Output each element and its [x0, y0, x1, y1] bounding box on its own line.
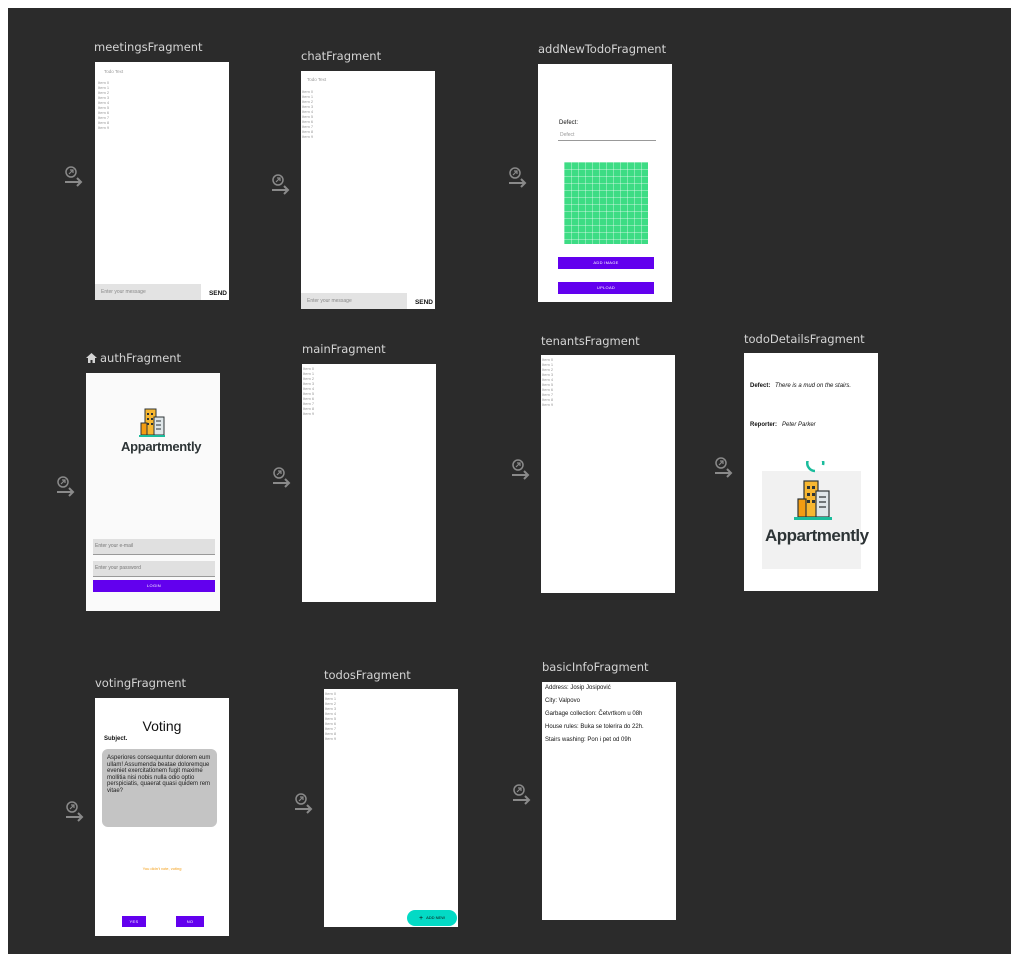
list-item[interactable]: Item 9	[302, 134, 313, 139]
deeplink-arrow-icon[interactable]	[512, 783, 534, 809]
stairs-washing-line: Stairs washing: Pon i pet od 09h	[545, 737, 632, 743]
navigation-graph-canvas[interactable]: meetingsFragment Todo Text Item 0 Item 1…	[8, 8, 1011, 954]
voting-description: Asperiores consequuntur dolorem eum ulla…	[102, 749, 217, 827]
list-item[interactable]: Item 9	[325, 736, 336, 741]
add-image-button[interactable]: ADD IMAGE	[558, 257, 654, 269]
todos-list: Item 0 Item 1 Item 2 Item 3 Item 4 Item …	[325, 691, 336, 741]
send-button[interactable]: SEND	[209, 290, 227, 297]
deeplink-arrow-icon[interactable]	[294, 792, 316, 818]
tenants-fragment-screen[interactable]: Item 0 Item 1 Item 2 Item 3 Item 4 Item …	[541, 355, 675, 593]
main-fragment-screen[interactable]: Item 0 Item 1 Item 2 Item 3 Item 4 Item …	[302, 364, 436, 602]
auth-fragment-screen[interactable]: Appartmently Enter your e-mail Enter you…	[86, 373, 220, 611]
yes-button[interactable]: YES	[122, 916, 146, 927]
deeplink-arrow-icon[interactable]	[508, 166, 530, 192]
deeplink-arrow-icon[interactable]	[271, 173, 293, 199]
upload-button[interactable]: UPLOAD	[558, 282, 654, 294]
plus-icon: +	[419, 915, 424, 922]
voting-subject: Subject.	[104, 736, 128, 742]
login-button[interactable]: LOGIN	[93, 580, 215, 592]
auth-fragment-title: authFragment	[100, 351, 182, 365]
list-item[interactable]: Item 9	[542, 402, 553, 407]
password-field[interactable]: Enter your password	[93, 561, 215, 577]
main-fragment-label: mainFragment	[302, 342, 386, 356]
main-list: Item 0 Item 1 Item 2 Item 3 Item 4 Item …	[303, 366, 314, 416]
message-input[interactable]: Enter your message	[301, 293, 407, 309]
defect-label: Defect:	[559, 120, 579, 126]
todos-fragment-label: todosFragment	[324, 668, 411, 682]
deeplink-arrow-icon[interactable]	[714, 456, 736, 482]
todo-image: Appartmently	[762, 461, 869, 569]
meetings-fragment-label: meetingsFragment	[94, 40, 203, 54]
basic-info-fragment-label: basicInfoFragment	[542, 660, 649, 674]
no-button[interactable]: NO	[176, 916, 204, 927]
email-field[interactable]: Enter your e-mail	[93, 539, 215, 555]
garbage-line: Garbage collection: Četvrtkom u 08h	[545, 711, 643, 717]
basic-info-fragment-screen[interactable]: Address: Josip Josipović City: Valpovo G…	[542, 682, 676, 920]
city-line: City: Valpovo	[545, 698, 580, 704]
defect-label: Defect:	[750, 383, 771, 389]
image-preview	[564, 162, 648, 244]
chat-list: Item 0 Item 1 Item 2 Item 3 Item 4 Item …	[302, 89, 313, 139]
chat-fragment-screen[interactable]: Todo Text Item 0 Item 1 Item 2 Item 3 It…	[301, 71, 435, 309]
deeplink-arrow-icon[interactable]	[511, 458, 533, 484]
building-logo-icon	[139, 408, 165, 437]
todo-text: Todo Text	[307, 77, 327, 82]
house-rules-line: House rules: Buka se tolerira do 22h.	[545, 724, 644, 730]
tenants-list: Item 0 Item 1 Item 2 Item 3 Item 4 Item …	[542, 357, 553, 407]
vote-status: You didn't vote, voting	[142, 866, 182, 871]
app-name: Appartmently	[765, 526, 869, 545]
deeplink-arrow-icon[interactable]	[56, 475, 78, 501]
deeplink-arrow-icon[interactable]	[65, 800, 87, 826]
todo-details-fragment-screen[interactable]: Defect: There is a mud on the stairs. Re…	[744, 353, 878, 591]
reporter-value: Peter Parker	[782, 422, 816, 428]
auth-fragment-label: authFragment	[86, 351, 181, 365]
todos-fragment-screen[interactable]: Item 0 Item 1 Item 2 Item 3 Item 4 Item …	[324, 689, 458, 927]
voting-fragment-label: votingFragment	[95, 676, 187, 690]
add-new-fab[interactable]: + ADD NEW	[407, 910, 457, 926]
chat-fragment-label: chatFragment	[301, 49, 382, 63]
reporter-label: Reporter:	[750, 422, 778, 428]
list-item[interactable]: Item 9	[98, 125, 109, 130]
defect-input[interactable]: Defect	[558, 130, 656, 141]
deeplink-arrow-icon[interactable]	[64, 165, 86, 191]
meetings-fragment-screen[interactable]: Todo Text Item 0 Item 1 Item 2 Item 3 It…	[95, 62, 229, 300]
todo-text: Todo Text	[104, 69, 124, 74]
meetings-list: Item 0 Item 1 Item 2 Item 3 Item 4 Item …	[98, 80, 109, 130]
voting-fragment-screen[interactable]: Voting Subject. Asperiores consequuntur …	[95, 698, 229, 936]
deeplink-arrow-icon[interactable]	[272, 466, 294, 492]
home-icon	[86, 353, 97, 363]
address-line: Address: Josip Josipović	[545, 685, 611, 691]
add-new-label: ADD NEW	[426, 915, 445, 920]
tenants-fragment-label: tenantsFragment	[541, 334, 640, 348]
voting-heading: Voting	[142, 718, 182, 734]
send-button[interactable]: SEND	[415, 299, 433, 306]
add-new-todo-fragment-label: addNewTodoFragment	[538, 42, 667, 56]
todo-details-fragment-label: todoDetailsFragment	[744, 332, 865, 346]
message-input[interactable]: Enter your message	[95, 284, 201, 300]
list-item[interactable]: Item 9	[303, 411, 314, 416]
app-name: Appartmently	[121, 439, 202, 454]
add-new-todo-fragment-screen[interactable]: Defect: Defect ADD IMAGE UPLOAD	[538, 64, 672, 302]
defect-value: There is a mud on the stairs.	[775, 383, 852, 389]
building-logo-icon	[794, 461, 832, 520]
